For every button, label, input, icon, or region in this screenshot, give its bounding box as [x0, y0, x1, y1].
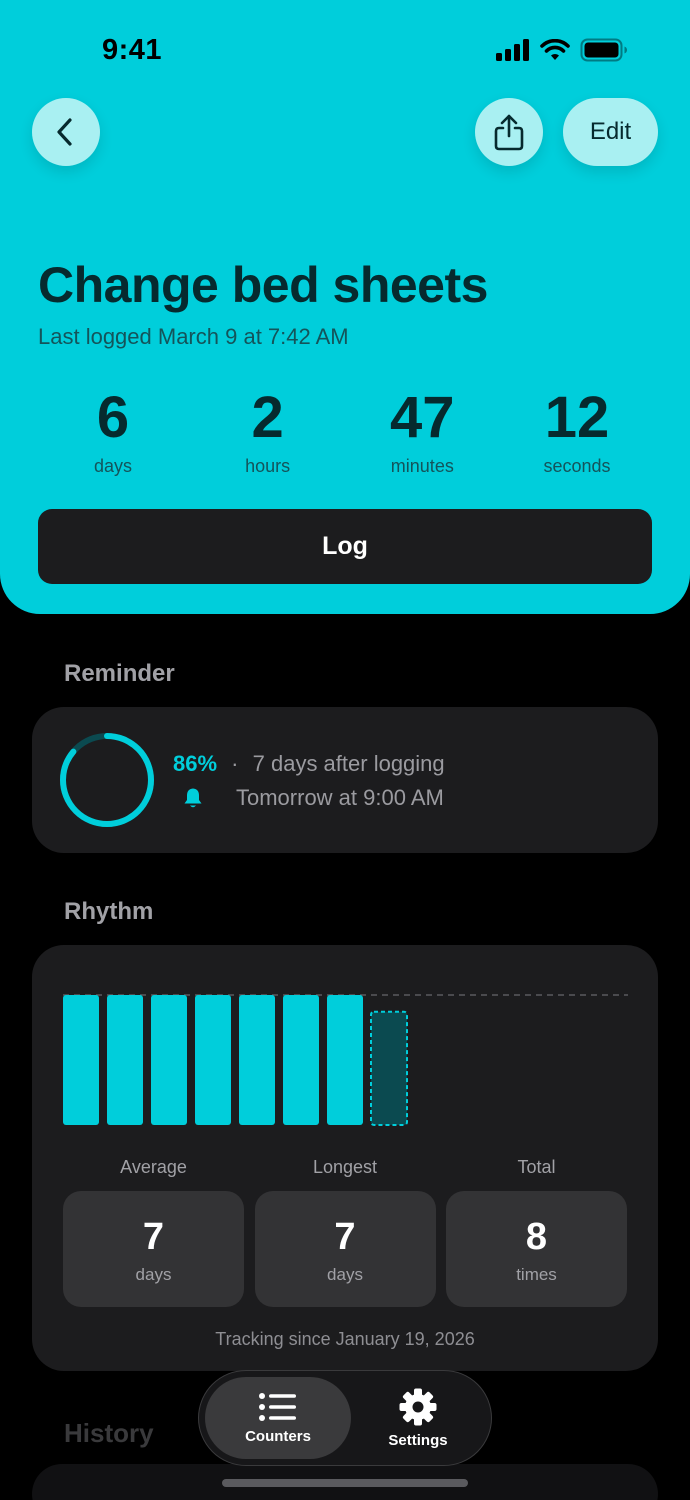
edit-button[interactable]: Edit — [563, 98, 658, 166]
counter-header: 9:41 Edit Change bed sheets Last logged … — [0, 0, 690, 614]
timer-seconds: 12 seconds — [502, 386, 652, 477]
rhythm-card: Average Longest Total 7 days 7 days 8 ti… — [32, 945, 658, 1371]
rhythm-bar-current — [370, 1010, 408, 1126]
timer-minutes: 47 minutes — [347, 386, 497, 477]
tab-counters[interactable]: Counters — [205, 1377, 351, 1459]
stat-unit: times — [516, 1265, 557, 1284]
home-indicator — [222, 1479, 468, 1487]
stat-label: Longest — [312, 1157, 378, 1177]
rhythm-section-title: Rhythm — [64, 898, 154, 925]
reminder-next-text: Tomorrow at 9:00 AM — [236, 785, 444, 810]
rhythm-bar — [107, 995, 143, 1125]
wifi-icon — [540, 39, 570, 60]
page-title: Change bed sheets — [38, 257, 488, 313]
timer-unit: minutes — [390, 456, 454, 476]
stat-boxes: 7 days 7 days 8 times — [63, 1191, 627, 1307]
stat-label: Average — [120, 1157, 187, 1177]
status-icons — [496, 38, 628, 62]
timer-value: 12 — [544, 385, 610, 450]
bell-icon — [173, 787, 213, 809]
reminder-section-title: Reminder — [64, 660, 175, 687]
separator-dot: · — [231, 751, 239, 776]
stat-average: 7 days — [63, 1191, 244, 1307]
stat-label: Total — [517, 1157, 556, 1177]
rhythm-bar — [195, 995, 231, 1125]
timer-value: 2 — [251, 385, 284, 450]
stat-unit: days — [327, 1265, 363, 1284]
elapsed-timer: 6 days 2 hours 47 minutes 12 seconds — [38, 386, 652, 477]
reminder-percent: 86% — [173, 751, 218, 776]
log-button[interactable]: Log — [38, 509, 652, 584]
stat-value: 7 — [142, 1216, 165, 1258]
rhythm-chart — [63, 994, 628, 1126]
rhythm-bar — [327, 995, 363, 1125]
reminder-interval: 7 days after logging — [252, 751, 445, 776]
timer-hours: 2 hours — [193, 386, 343, 477]
history-section-title: History — [64, 1418, 154, 1448]
timer-days: 6 days — [38, 386, 188, 477]
rhythm-bar — [151, 995, 187, 1125]
stat-value: 7 — [334, 1216, 356, 1258]
list-icon — [259, 1392, 296, 1421]
share-icon — [494, 114, 524, 151]
rhythm-bar — [283, 995, 319, 1125]
timer-unit: days — [93, 456, 133, 476]
timer-value: 6 — [96, 385, 130, 450]
tab-label: Settings — [388, 1431, 448, 1449]
reminder-next: Tomorrow at 9:00 AM — [173, 785, 444, 811]
rhythm-bar — [239, 995, 275, 1125]
rhythm-bar — [63, 995, 99, 1125]
stat-labels: Average Longest Total — [63, 1157, 627, 1178]
tab-label: Counters — [245, 1427, 311, 1445]
timer-value: 47 — [390, 385, 455, 450]
timer-unit: seconds — [543, 456, 611, 476]
reminder-progress-ring — [60, 733, 154, 827]
stat-unit: days — [135, 1265, 172, 1284]
tab-settings[interactable]: Settings — [345, 1377, 491, 1459]
status-time: 9:41 — [102, 34, 163, 66]
timer-unit: hours — [245, 456, 291, 476]
chevron-left-icon — [57, 118, 72, 146]
reminder-summary: 86% · 7 days after logging — [173, 751, 445, 777]
back-button[interactable] — [32, 98, 100, 166]
cellular-icon — [496, 39, 529, 61]
stat-longest: 7 days — [254, 1191, 436, 1307]
last-logged-text: Last logged March 9 at 7:42 AM — [38, 324, 349, 349]
stat-value: 8 — [525, 1216, 548, 1258]
tracking-since-text: Tracking since January 19, 2026 — [215, 1329, 475, 1349]
share-button[interactable] — [475, 98, 543, 166]
reminder-card[interactable]: 86% · 7 days after logging Tomorrow at 9… — [32, 707, 658, 853]
gear-icon — [399, 1388, 437, 1425]
battery-icon — [580, 38, 627, 62]
stat-total: 8 times — [446, 1191, 627, 1307]
tab-bar: Counters Settings — [198, 1370, 492, 1466]
